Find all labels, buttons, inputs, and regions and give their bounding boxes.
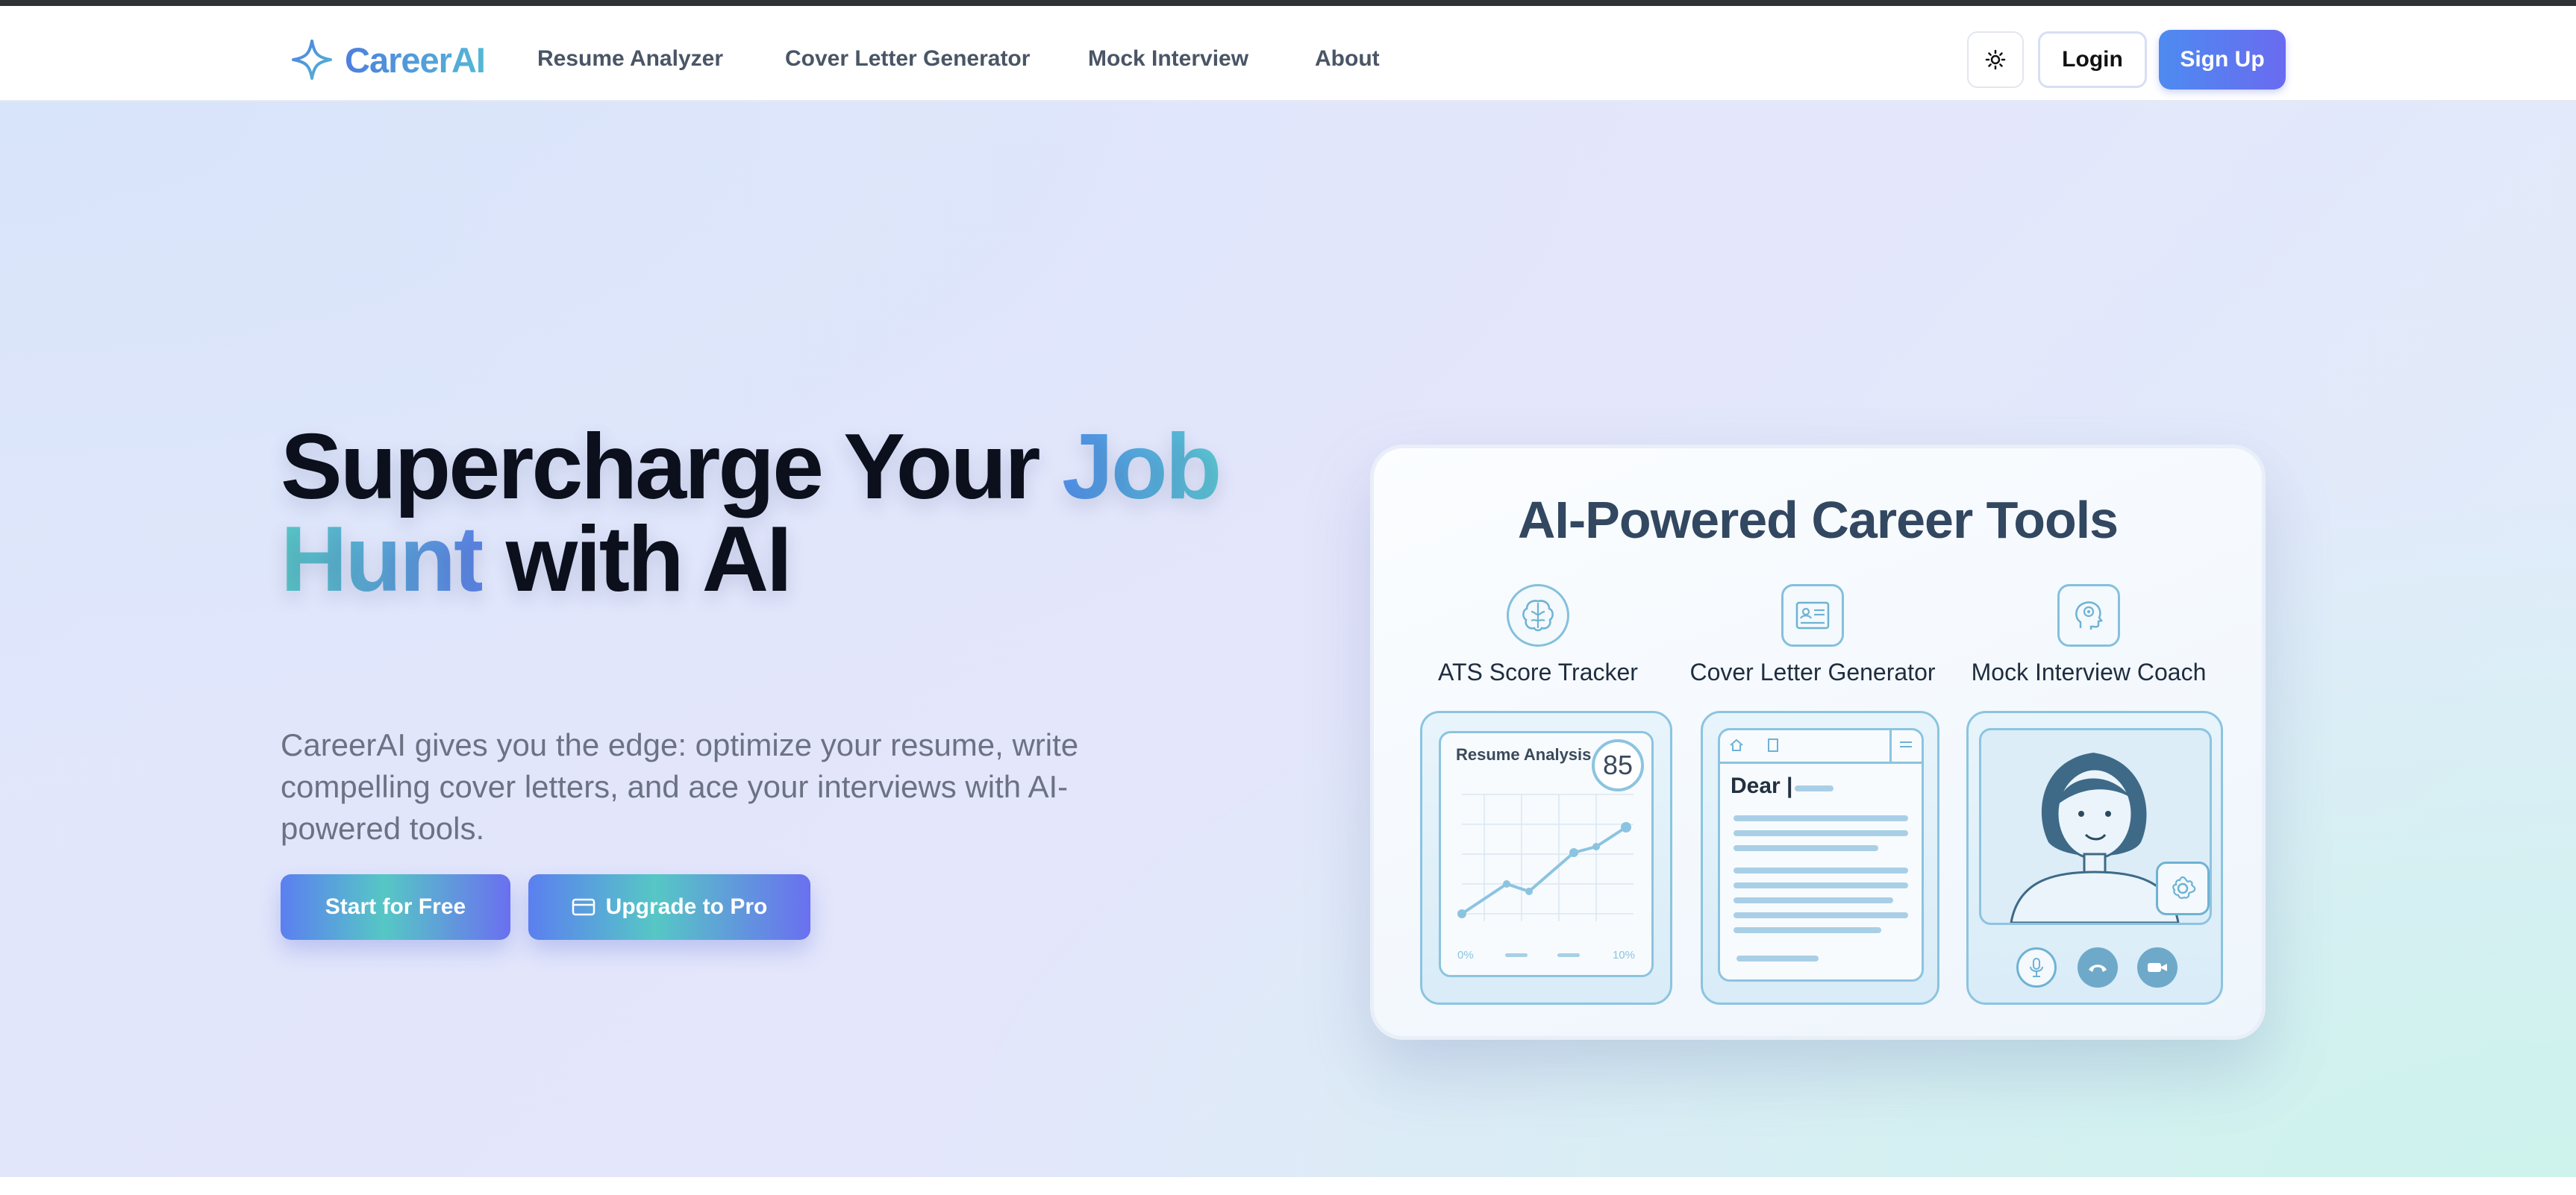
head-gear-icon bbox=[2057, 584, 2120, 647]
start-free-label: Start for Free bbox=[325, 894, 466, 919]
score-trend-chart bbox=[1457, 794, 1634, 921]
resume-analysis-screen: Resume Analysis 85 0% 10% bbox=[1439, 731, 1654, 977]
login-button[interactable]: Login bbox=[2038, 31, 2147, 88]
upgrade-pro-button[interactable]: Upgrade to Pro bbox=[528, 874, 810, 940]
brand-name: CareerAI bbox=[345, 40, 486, 80]
letter-line bbox=[1795, 785, 1833, 791]
microphone-icon bbox=[2016, 947, 2057, 988]
letter-signature-line bbox=[1736, 956, 1819, 962]
nav-link-resume-analyzer[interactable]: Resume Analyzer bbox=[537, 46, 723, 72]
headline-highlight-job: Job bbox=[1061, 415, 1222, 518]
headline-highlight-hunt: Hunt bbox=[281, 508, 484, 611]
camera-icon bbox=[2137, 947, 2178, 988]
tool-label-cover-letter: Cover Letter Generator bbox=[1689, 659, 1936, 686]
hero-section: Supercharge Your Job Hunt with AI CareerA… bbox=[0, 101, 2576, 1177]
ats-score-badge: 85 bbox=[1592, 739, 1644, 791]
video-call-screen bbox=[1979, 728, 2212, 925]
axis-dash bbox=[1557, 953, 1580, 957]
cover-letter-document: Dear | bbox=[1718, 728, 1924, 982]
headline-part-1: Supercharge Your bbox=[281, 415, 1062, 518]
nav-link-cover-letter-generator[interactable]: Cover Letter Generator bbox=[785, 46, 1030, 72]
letter-line bbox=[1734, 912, 1908, 918]
theme-toggle-button[interactable] bbox=[1967, 31, 2024, 88]
hero-headline: Supercharge Your Job Hunt with AI bbox=[281, 421, 1251, 606]
nav-link-about[interactable]: About bbox=[1315, 46, 1380, 72]
gear-icon bbox=[2156, 862, 2210, 915]
menu-icon bbox=[1900, 741, 1912, 747]
letter-greeting: Dear | bbox=[1731, 774, 1793, 798]
chart-axis-left-label: 0% bbox=[1457, 949, 1474, 962]
nav-link-mock-interview[interactable]: Mock Interview bbox=[1088, 46, 1248, 72]
illustration-title: AI-Powered Career Tools bbox=[1517, 491, 2119, 549]
sparkle-icon bbox=[292, 40, 332, 80]
mock-interview-panel bbox=[1966, 711, 2223, 1005]
letter-line bbox=[1734, 815, 1908, 821]
brand-logo[interactable]: CareerAI bbox=[291, 31, 486, 88]
letter-line bbox=[1734, 830, 1908, 836]
letter-line bbox=[1734, 882, 1908, 888]
chart-axis-right-label: 10% bbox=[1612, 949, 1635, 962]
document-toolbar bbox=[1720, 730, 1922, 764]
home-icon bbox=[1730, 738, 1743, 751]
letter-line bbox=[1734, 845, 1878, 851]
resume-analysis-title: Resume Analysis bbox=[1456, 745, 1592, 764]
credit-card-icon bbox=[572, 898, 595, 916]
letter-line bbox=[1734, 897, 1893, 903]
letter-line bbox=[1734, 927, 1881, 933]
resume-analysis-panel: Resume Analysis 85 0% 10% bbox=[1420, 711, 1672, 1005]
signup-button[interactable]: Sign Up bbox=[2159, 30, 2286, 90]
start-free-button[interactable]: Start for Free bbox=[281, 874, 510, 940]
sun-icon bbox=[1985, 49, 2006, 70]
upgrade-pro-label: Upgrade to Pro bbox=[605, 894, 768, 919]
tool-label-ats: ATS Score Tracker bbox=[1438, 659, 1638, 686]
document-icon bbox=[1768, 738, 1778, 752]
hang-up-icon bbox=[2078, 947, 2118, 988]
axis-dash bbox=[1505, 953, 1528, 957]
letter-line bbox=[1734, 868, 1908, 873]
id-card-icon bbox=[1781, 584, 1844, 647]
headline-part-2: with AI bbox=[482, 508, 793, 611]
page-bottom-edge bbox=[0, 1177, 2576, 1195]
cover-letter-panel: Dear | bbox=[1701, 711, 1939, 1005]
tool-label-mock-interview: Mock Interview Coach bbox=[1971, 659, 2207, 686]
hero-subtext: CareerAI gives you the edge: optimize yo… bbox=[281, 727, 1079, 846]
brain-icon bbox=[1507, 584, 1569, 647]
navbar: CareerAI Resume Analyzer Cover Letter Ge… bbox=[0, 6, 2576, 101]
window-top-border bbox=[0, 0, 2576, 6]
career-tools-illustration: AI-Powered Career Tools ATS Score Tracke… bbox=[1370, 445, 2266, 1040]
